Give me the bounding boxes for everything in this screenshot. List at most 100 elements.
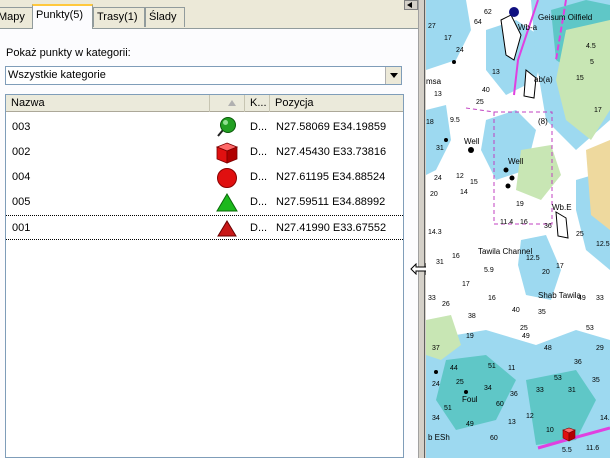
list-item[interactable]: 001 D... N27.41990 E33.67552 xyxy=(6,215,403,240)
dropdown-arrow-icon[interactable] xyxy=(385,67,401,84)
depth-sounding: 33 xyxy=(536,387,544,394)
column-header-name[interactable]: Nazwa xyxy=(6,95,210,112)
tab-bar: Mapy Punkty(5) Trasy(1) Ślady xyxy=(0,0,418,29)
map-label-ab: ab(a) xyxy=(534,75,553,84)
depth-sounding: 17 xyxy=(594,107,602,114)
depth-sounding: 17 xyxy=(556,263,564,270)
depth-sounding: 38 xyxy=(468,313,476,320)
depth-sounding: 15 xyxy=(576,75,584,82)
map-label-well-2: Well xyxy=(508,157,524,166)
depth-sounding: 34 xyxy=(432,415,440,422)
depth-sounding: 48 xyxy=(544,345,552,352)
depth-sounding: 12.5 xyxy=(526,255,540,262)
list-item[interactable]: 004 D... N27.61195 E34.88524 xyxy=(6,165,403,190)
depth-sounding: 31 xyxy=(436,145,444,152)
panel-splitter[interactable] xyxy=(418,0,425,458)
tab-routes[interactable]: Trasy(1) xyxy=(93,7,145,27)
depth-sounding: 25 xyxy=(476,99,484,106)
collapse-panel-button[interactable] xyxy=(404,0,418,10)
depth-sounding: 51 xyxy=(488,363,496,370)
depth-sounding: 36 xyxy=(574,359,582,366)
category-select[interactable]: Wszystkie kategorie xyxy=(5,66,402,85)
map-label-msa: msa xyxy=(426,77,442,86)
depth-sounding: 24 xyxy=(432,381,440,388)
map-label-wba: Wb-a xyxy=(518,23,538,32)
map-label-geisum: Geisum Oilfield xyxy=(538,13,592,22)
depth-sounding: 25 xyxy=(456,379,464,386)
depth-sounding: 16 xyxy=(452,253,460,260)
depth-sounding: 11 xyxy=(508,365,515,372)
depth-sounding: 18 xyxy=(426,119,434,126)
depth-sounding: 64 xyxy=(474,19,482,26)
depth-sounding: 35 xyxy=(538,309,546,316)
depth-sounding: 53 xyxy=(586,325,594,332)
list-item[interactable]: 003 D... N27.58069 E34.19859 xyxy=(6,115,403,140)
tab-maps-label: Mapy xyxy=(0,11,25,23)
depth-sounding: 49 xyxy=(578,295,586,302)
column-header-k[interactable]: K... xyxy=(245,95,270,112)
green-triangle-icon xyxy=(213,190,241,215)
tab-maps[interactable]: Mapy xyxy=(0,7,33,27)
map-label-br: (8) xyxy=(538,117,548,126)
point-position: N27.61195 E34.88524 xyxy=(276,171,386,183)
tab-points[interactable]: Punkty(5) xyxy=(32,4,93,29)
point-position: N27.41990 E33.67552 xyxy=(276,222,387,234)
depth-sounding: 29 xyxy=(596,345,604,352)
point-name: 001 xyxy=(12,222,31,234)
depth-sounding: 37 xyxy=(432,345,440,352)
chart-canvas: Geisum Oilfield Tawila Channel Shab Tawi… xyxy=(426,0,610,458)
depth-sounding: 62 xyxy=(484,9,492,16)
nautical-chart-map[interactable]: Geisum Oilfield Tawila Channel Shab Tawi… xyxy=(426,0,610,458)
list-item[interactable]: 002 D... N27.45430 E33.73816 xyxy=(6,140,403,165)
depth-sounding: 44 xyxy=(450,365,458,372)
depth-sounding: 25 xyxy=(576,231,584,238)
depth-sounding: 31 xyxy=(568,387,576,394)
point-position: N27.45430 E33.73816 xyxy=(276,146,387,158)
point-category: D... xyxy=(250,146,268,158)
depth-sounding: 60 xyxy=(496,401,504,408)
depth-sounding: 5.9 xyxy=(484,267,494,274)
depth-sounding: 14.9 xyxy=(600,415,610,422)
tab-routes-label: Trasy(1) xyxy=(97,11,138,23)
depth-sounding: 40 xyxy=(482,87,490,94)
category-label: Pokaż punkty w kategorii: xyxy=(6,47,131,59)
point-category: D... xyxy=(250,121,268,133)
point-category: D... xyxy=(250,171,268,183)
depth-sounding: 12 xyxy=(456,173,464,180)
depth-sounding: 34 xyxy=(484,385,492,392)
column-header-icon[interactable] xyxy=(210,95,245,112)
depth-sounding: 49 xyxy=(522,333,530,340)
point-name: 002 xyxy=(12,146,31,158)
tab-tracks[interactable]: Ślady xyxy=(145,7,185,27)
point-name: 005 xyxy=(12,196,31,208)
red-triangle-icon xyxy=(213,216,241,241)
points-list[interactable]: Nazwa K... Pozycja 003 D... N27.58069 E3… xyxy=(5,94,404,458)
map-label-well-1: Well xyxy=(464,137,480,146)
point-category: D... xyxy=(250,196,268,208)
depth-sounding: 13 xyxy=(508,419,516,426)
list-item[interactable]: 005 D... N27.59511 E34.88992 xyxy=(6,190,403,215)
point-position: N27.58069 E34.19859 xyxy=(276,121,387,133)
point-name: 003 xyxy=(12,121,31,133)
tab-points-label: Punkty(5) xyxy=(36,9,84,21)
depth-sounding: 10 xyxy=(546,427,554,434)
depth-sounding: 31 xyxy=(436,259,444,266)
depth-sounding: 17 xyxy=(444,35,452,42)
depth-sounding: 12.5 xyxy=(596,241,610,248)
sort-arrow-icon xyxy=(228,100,236,106)
column-position-label: Pozycja xyxy=(275,97,314,109)
depth-sounding: 26 xyxy=(442,301,450,308)
category-select-value: Wszystkie kategorie xyxy=(8,69,106,81)
depth-sounding: 27 xyxy=(428,23,436,30)
depth-sounding: 5.5 xyxy=(562,447,572,454)
depth-sounding: 36 xyxy=(544,223,552,230)
column-header-position[interactable]: Pozycja xyxy=(270,95,403,112)
point-name: 004 xyxy=(12,171,31,183)
depth-sounding: 35 xyxy=(592,377,600,384)
depth-sounding: 4.5 xyxy=(586,43,596,50)
point-position: N27.59511 E34.88992 xyxy=(276,196,386,208)
depth-sounding: 20 xyxy=(430,191,438,198)
depth-sounding: 33 xyxy=(428,295,436,302)
depth-sounding: 17 xyxy=(462,281,470,288)
map-label-foul: Foul xyxy=(462,395,478,404)
